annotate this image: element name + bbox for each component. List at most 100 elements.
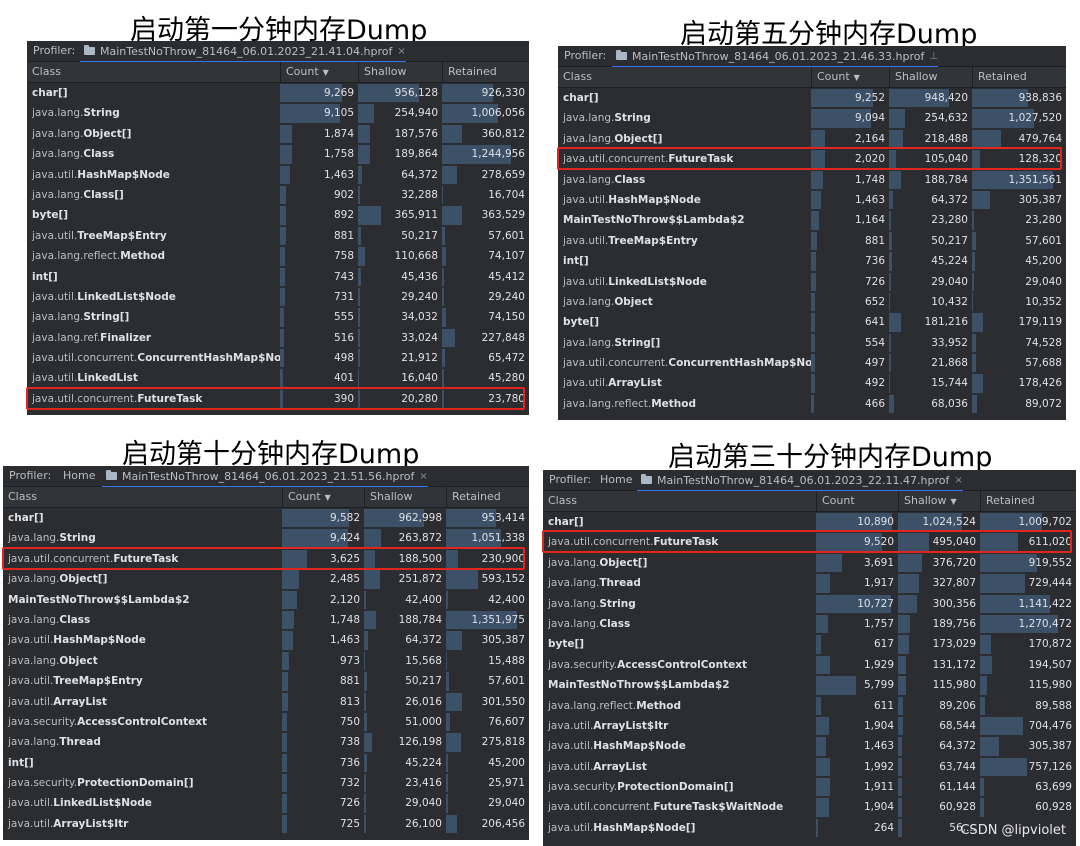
table-row[interactable]: java.lang.Object[] 2,164 218,488 479,764 — [558, 129, 1066, 149]
table-row[interactable]: java.util.concurrent.FutureTask 9,520 495,… — [543, 532, 1076, 552]
table-row[interactable]: java.util.HashMap$Node 1,463 64,372 305,387 — [543, 736, 1076, 756]
table-row[interactable]: java.util.ArrayList$Itr 725 26,100 206,456 — [3, 814, 529, 834]
table-row[interactable]: java.util.concurrent.FutureTask 2,020 105,… — [558, 149, 1066, 169]
table-row[interactable]: int[] 743 45,436 45,412 — [27, 267, 529, 287]
table-row[interactable]: java.security.AccessControlContext 1,929 1… — [543, 655, 1076, 675]
table-row[interactable]: MainTestNoThrow$$Lambda$2 5,799 115,980 115… — [543, 675, 1076, 695]
table-row[interactable]: java.util.HashMap$Node 1,463 64,372 305,387 — [558, 190, 1066, 210]
column-header-count[interactable]: Count ▼ — [280, 62, 358, 82]
table-row[interactable]: java.util.LinkedList$Node 726 29,040 29,040 — [3, 793, 529, 813]
table-row[interactable]: byte[] 641 181,216 179,119 — [558, 312, 1066, 332]
table-row[interactable]: java.security.AccessControlContext 750 51,… — [3, 712, 529, 732]
table-row[interactable]: java.util.ArrayList 1,992 63,744 757,126 — [543, 757, 1076, 777]
table-row[interactable]: java.lang.Class 1,748 188,784 1,351,561 — [558, 170, 1066, 190]
table-row[interactable]: java.lang.String 9,424 263,872 1,051,338 — [3, 528, 529, 548]
table-row[interactable]: java.util.LinkedList 401 16,040 45,280 — [27, 368, 529, 388]
table-row[interactable]: java.lang.Object[] 1,874 187,576 360,812 — [27, 124, 529, 144]
table-row[interactable]: java.lang.String 10,727 300,356 1,141,422 — [543, 594, 1076, 614]
column-header-shallow[interactable]: Shallow — [364, 487, 446, 507]
retained-value: 479,764 — [1018, 132, 1062, 145]
table-row[interactable]: byte[] 892 365,911 363,529 — [27, 205, 529, 225]
column-header-count[interactable]: Count — [816, 491, 898, 511]
table-row[interactable]: byte[] 617 173,029 170,872 — [543, 634, 1076, 654]
column-header-shallow[interactable]: Shallow — [889, 67, 972, 87]
table-row[interactable]: java.lang.String 9,105 254,940 1,006,056 — [27, 103, 529, 123]
column-header-count[interactable]: Count ▼ — [811, 67, 889, 87]
table-row[interactable]: java.lang.Class 1,757 189,756 1,270,472 — [543, 614, 1076, 634]
home-tab[interactable]: Home — [600, 473, 632, 486]
shallow-value: 15,744 — [931, 377, 968, 390]
column-header-retained[interactable]: Retained — [980, 491, 1076, 511]
table-row[interactable]: java.security.ProtectionDomain[] 732 23,41… — [3, 773, 529, 793]
table-row[interactable]: java.util.LinkedList$Node 726 29,040 29,040 — [558, 272, 1066, 292]
table-row[interactable]: java.util.ArrayList$Itr 1,904 68,544 704,47… — [543, 716, 1076, 736]
hprof-file-tab[interactable]: MainTestNoThrow_81464_06.01.2023_21.41.0… — [80, 41, 406, 63]
retained-cell: 15,488 — [446, 651, 529, 671]
table-row[interactable]: java.lang.ref.Finalizer 516 33,024 227,848 — [27, 328, 529, 348]
table-row[interactable]: MainTestNoThrow$$Lambda$2 2,120 42,400 42,4… — [3, 590, 529, 610]
column-header-class[interactable]: Class — [558, 67, 811, 87]
table-row[interactable]: java.util.TreeMap$Entry 881 50,217 57,601 — [3, 671, 529, 691]
count-value: 725 — [339, 817, 360, 830]
table-row[interactable]: char[] 9,269 956,128 926,330 — [27, 83, 529, 103]
package-prefix: java.util. — [8, 695, 54, 708]
table-row[interactable]: java.lang.Object[] 2,485 251,872 593,152 — [3, 569, 529, 589]
column-header-shallow[interactable]: Shallow — [358, 62, 442, 82]
table-row[interactable]: java.lang.Class 1,748 188,784 1,351,975 — [3, 610, 529, 630]
table-row[interactable]: MainTestNoThrow$$Lambda$2 1,164 23,280 23,2… — [558, 210, 1066, 230]
table-row[interactable]: java.util.TreeMap$Entry 881 50,217 57,601 — [27, 226, 529, 246]
column-header-class[interactable]: Class — [3, 487, 282, 507]
column-header-class[interactable]: Class — [27, 62, 280, 82]
column-header-count[interactable]: Count ▼ — [282, 487, 364, 507]
table-row[interactable]: java.util.HashMap$Node 1,463 64,372 305,387 — [3, 630, 529, 650]
table-row[interactable]: java.lang.Object 652 10,432 10,352 — [558, 292, 1066, 312]
table-row[interactable]: java.util.concurrent.ConcurrentHashMap$N… — [558, 353, 1066, 373]
table-row[interactable]: java.util.HashMap$Node 1,463 64,372 278,659 — [27, 165, 529, 185]
shallow-value: 189,756 — [932, 617, 976, 630]
home-tab[interactable]: Home — [63, 469, 95, 482]
shallow-cell: 173,029 — [898, 634, 980, 654]
hprof-file-tab[interactable]: MainTestNoThrow_81464_06.01.2023_22.11.4… — [637, 470, 963, 492]
table-row[interactable]: java.util.LinkedList$Node 731 29,240 29,240 — [27, 287, 529, 307]
table-row[interactable]: char[] 10,890 1,024,524 1,009,702 — [543, 512, 1076, 532]
table-row[interactable]: java.lang.reflect.Method 466 68,036 89,072 — [558, 394, 1066, 414]
count-cell: 9,424 — [282, 528, 364, 548]
table-row[interactable]: char[] 9,252 948,420 938,836 — [558, 88, 1066, 108]
close-icon[interactable]: × — [954, 475, 962, 486]
table-row[interactable]: java.util.concurrent.FutureTask 3,625 188,… — [3, 549, 529, 569]
table-row[interactable]: java.lang.Thread 738 126,198 275,818 — [3, 732, 529, 752]
table-row[interactable]: java.util.concurrent.FutureTask$WaitNode… — [543, 797, 1076, 817]
table-row[interactable]: int[] 736 45,224 45,200 — [3, 753, 529, 773]
profiler-tab-bar: Profiler: MainTestNoThrow_81464_06.01.202… — [558, 46, 1066, 68]
shallow-cell: 20,280 — [358, 389, 442, 409]
column-header-retained[interactable]: Retained — [442, 62, 529, 82]
table-row[interactable]: java.lang.reflect.Method 611 89,206 89,588 — [543, 696, 1076, 716]
table-row[interactable]: java.lang.Object 973 15,568 15,488 — [3, 651, 529, 671]
count-fill-bar — [811, 129, 825, 149]
close-icon[interactable]: × — [419, 471, 427, 482]
table-row[interactable]: java.security.ProtectionDomain[] 1,911 61,… — [543, 777, 1076, 797]
table-row[interactable]: java.util.concurrent.ConcurrentHashMap$N… — [27, 348, 529, 368]
table-row[interactable]: java.lang.String 9,094 254,632 1,027,520 — [558, 108, 1066, 128]
table-row[interactable]: java.lang.reflect.Method 758 110,668 74,107 — [27, 246, 529, 266]
table-row[interactable]: java.lang.String[] 555 34,032 74,150 — [27, 307, 529, 327]
hprof-file-tab[interactable]: MainTestNoThrow_81464_06.01.2023_21.46.3… — [612, 46, 939, 68]
table-row[interactable]: char[] 9,582 962,998 953,414 — [3, 508, 529, 528]
column-header-class[interactable]: Class — [543, 491, 816, 511]
table-row[interactable]: java.util.ArrayList 813 26,016 301,550 — [3, 692, 529, 712]
table-row[interactable]: java.util.concurrent.FutureTask 390 20,280… — [27, 389, 529, 409]
table-row[interactable]: java.lang.Class[] 902 32,288 16,704 — [27, 185, 529, 205]
table-row[interactable]: java.util.TreeMap$Entry 881 50,217 57,601 — [558, 231, 1066, 251]
table-row[interactable]: java.util.ArrayList 492 15,744 178,426 — [558, 373, 1066, 393]
hprof-file-tab[interactable]: MainTestNoThrow_81464_06.01.2023_21.51.5… — [102, 466, 428, 488]
table-row[interactable]: int[] 736 45,224 45,200 — [558, 251, 1066, 271]
table-row[interactable]: java.lang.Object[] 3,691 376,720 919,552 — [543, 553, 1076, 573]
column-header-shallow[interactable]: Shallow ▼ — [898, 491, 980, 511]
table-row[interactable]: java.lang.String[] 554 33,952 74,528 — [558, 333, 1066, 353]
table-row[interactable]: java.lang.Class 1,758 189,864 1,244,956 — [27, 144, 529, 164]
pin-icon[interactable]: ⊥ — [929, 51, 938, 62]
column-header-retained[interactable]: Retained — [446, 487, 529, 507]
close-icon[interactable]: × — [397, 46, 405, 57]
table-row[interactable]: java.lang.Thread 1,917 327,807 729,444 — [543, 573, 1076, 593]
column-header-retained[interactable]: Retained — [972, 67, 1066, 87]
